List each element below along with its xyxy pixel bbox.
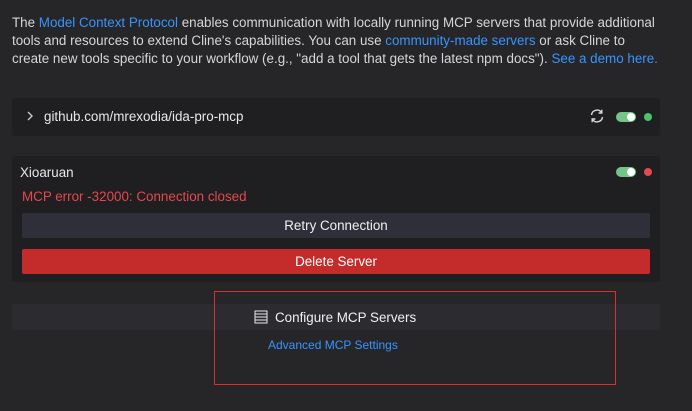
mcp-servers-panel: The Model Context Protocol enables commu… xyxy=(0,0,692,411)
status-dot-error xyxy=(644,168,652,176)
server-enable-toggle[interactable] xyxy=(616,112,636,122)
intro-paragraph: The Model Context Protocol enables commu… xyxy=(12,14,662,68)
advanced-mcp-settings-link[interactable]: Advanced MCP Settings xyxy=(268,338,398,352)
server-name: Xioaruan xyxy=(20,165,74,180)
refresh-icon[interactable] xyxy=(588,107,606,125)
server-name: github.com/mrexodia/ida-pro-mcp xyxy=(44,109,244,124)
see-demo-link[interactable]: See a demo here. xyxy=(551,51,657,66)
intro-text-1: The xyxy=(12,15,39,30)
delete-server-button[interactable]: Delete Server xyxy=(22,249,650,274)
connection-error-message: MCP error -32000: Connection closed xyxy=(22,189,247,204)
configure-mcp-servers-button[interactable]: Configure MCP Servers xyxy=(12,304,660,330)
server-row-ida-pro-mcp[interactable]: github.com/mrexodia/ida-pro-mcp xyxy=(12,98,660,136)
server-icon xyxy=(254,310,268,324)
chevron-right-icon[interactable] xyxy=(24,109,36,123)
community-servers-link[interactable]: community-made servers xyxy=(385,33,535,48)
server-enable-toggle[interactable] xyxy=(616,167,636,177)
model-context-protocol-link[interactable]: Model Context Protocol xyxy=(39,15,178,30)
configure-mcp-servers-label: Configure MCP Servers xyxy=(275,310,417,325)
retry-connection-button[interactable]: Retry Connection xyxy=(22,213,650,238)
status-dot-connected xyxy=(644,113,652,121)
server-card-xioaruan: Xioaruan MCP error -32000: Connection cl… xyxy=(12,156,660,282)
